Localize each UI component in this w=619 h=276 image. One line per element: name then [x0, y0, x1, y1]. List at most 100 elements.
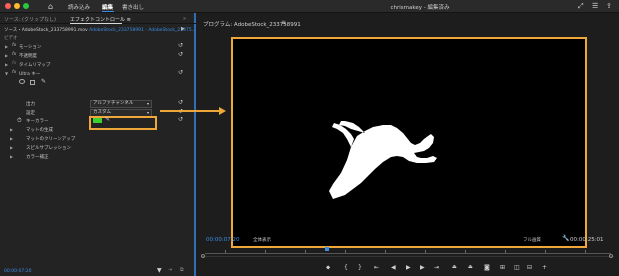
panel-expand-icon[interactable]: »: [183, 16, 186, 22]
safe-margins-icon[interactable]: ⊞: [500, 264, 505, 271]
fx-badge[interactable]: fx: [12, 52, 16, 57]
sub-row-matte-generation[interactable]: ▶ マットの生成: [0, 126, 190, 134]
source-name: ソース・AdobeStock_233758991.mov: [4, 28, 88, 33]
eyedropper-icon[interactable]: ✎: [105, 116, 110, 123]
expand-triangle-icon[interactable]: ▶: [5, 44, 8, 49]
lift-icon[interactable]: ⏏: [452, 264, 457, 270]
expand-triangle-icon[interactable]: ▶: [5, 53, 8, 58]
output-row: 出力 アルファチャンネル ▾ ↺: [0, 99, 190, 108]
reset-icon[interactable]: ↺: [178, 69, 183, 76]
close-window-button[interactable]: [5, 3, 11, 9]
nav-export[interactable]: 書き出し: [122, 3, 144, 11]
playback-resolution-select[interactable]: フル画質: [523, 237, 541, 243]
zoom-level-select[interactable]: 全体表示: [253, 237, 271, 243]
effect-row-motion[interactable]: ▶ fx モーション ↺: [0, 42, 190, 51]
effect-label: タイムリマップ: [19, 63, 51, 68]
output-label: 出力: [26, 102, 35, 107]
button-editor-icon[interactable]: +: [542, 264, 547, 271]
effect-row-opacity[interactable]: ▶ fx 不透明度 ↺: [0, 51, 190, 60]
playhead[interactable]: [325, 247, 329, 251]
duration-timecode: 00:00:25:01: [570, 237, 604, 243]
zoom-scrollbar[interactable]: [201, 254, 614, 260]
camera-icon[interactable]: ◙: [484, 264, 490, 271]
effect-label: モーション: [19, 45, 42, 50]
pen-mask-icon[interactable]: ✎: [41, 78, 46, 85]
sub-label: スピルサプレッション: [26, 146, 71, 151]
extract-icon[interactable]: ⏏: [468, 264, 473, 270]
effect-label: Ultra キー: [19, 72, 41, 77]
play-only-audio-icon[interactable]: ▶: [181, 26, 185, 32]
program-viewer[interactable]: [231, 37, 587, 248]
trim-icon[interactable]: ⊟: [527, 264, 532, 271]
key-color-swatch[interactable]: [93, 118, 102, 123]
expand-triangle-icon[interactable]: ▶: [10, 145, 13, 150]
app-window: ⌂ 読み込み 編集 書き出し chrismakey - 編集済み ⤢ ☰ ⇪ ソ…: [0, 0, 619, 276]
expand-triangle-icon[interactable]: ▶: [10, 127, 13, 132]
step-forward-icon[interactable]: ▶: [420, 264, 425, 271]
expand-triangle-icon[interactable]: ▶: [5, 62, 8, 67]
stopwatch-icon[interactable]: ⏱: [17, 117, 22, 125]
step-back-icon[interactable]: ◀: [391, 264, 396, 271]
sub-row-matte-cleanup[interactable]: ▶ マットのクリーンアップ: [0, 135, 190, 143]
reset-icon[interactable]: ↺: [178, 42, 183, 49]
cat-silhouette: [329, 121, 437, 199]
tab-effect-controls[interactable]: エフェクトコントロール ≡: [70, 16, 131, 23]
share-icon[interactable]: ⇪: [606, 2, 612, 10]
section-video: ビデオ: [4, 36, 18, 41]
chevron-down-icon: ▾: [146, 101, 149, 106]
toggle-icon[interactable]: ⧉: [180, 267, 184, 273]
nav-import[interactable]: 読み込み: [68, 3, 90, 11]
notifications-icon[interactable]: ☰: [592, 2, 598, 10]
mark-in-icon[interactable]: {: [344, 264, 348, 271]
effect-timecode[interactable]: 00:00:07:20: [4, 269, 31, 274]
setting-label: 設定: [26, 111, 35, 116]
sub-label: マットのクリーンアップ: [26, 137, 76, 142]
go-to-in-icon[interactable]: ⇤: [374, 264, 379, 271]
add-marker-icon[interactable]: ⬥: [326, 264, 330, 272]
sub-label: カラー補正: [26, 155, 49, 160]
collapse-triangle-icon[interactable]: ▼: [5, 71, 8, 76]
source-clip-link[interactable]: AdobeStock_233758991 - AdobeStock_23375.…: [89, 28, 196, 33]
mark-out-icon[interactable]: }: [358, 264, 362, 271]
scroll-handle-left[interactable]: [201, 254, 205, 258]
maximize-window-button[interactable]: [23, 3, 29, 9]
callout-arrow-line: [160, 110, 221, 112]
minimize-window-button[interactable]: [14, 3, 20, 9]
go-to-out-icon[interactable]: ⇥: [434, 264, 439, 271]
sub-label: マットの生成: [26, 128, 53, 133]
time-ruler[interactable]: [205, 248, 611, 254]
comparison-view-icon[interactable]: ◫: [514, 264, 520, 271]
reset-icon[interactable]: ↺: [178, 51, 183, 58]
fx-badge[interactable]: fx: [12, 43, 16, 48]
fx-badge[interactable]: fx: [12, 70, 16, 75]
tab-source[interactable]: ソース: (クリップなし): [4, 16, 56, 23]
rectangle-mask-icon[interactable]: [30, 80, 35, 85]
nav-edit[interactable]: 編集: [102, 3, 113, 11]
reset-icon[interactable]: ↺: [178, 116, 183, 123]
export-icon[interactable]: ⇥: [168, 267, 172, 273]
output-dropdown[interactable]: アルファチャンネル ▾: [90, 100, 152, 108]
expand-triangle-icon[interactable]: ▶: [10, 136, 13, 141]
reset-icon[interactable]: ↺: [178, 99, 183, 106]
panel-tabs: ソース: (クリップなし) エフェクトコントロール ≡ »: [0, 13, 196, 24]
ellipse-mask-icon[interactable]: [19, 79, 25, 84]
tab-active-indicator: [70, 23, 122, 24]
home-icon[interactable]: ⌂: [48, 2, 53, 11]
nav-active-indicator: [102, 11, 114, 12]
filter-icon[interactable]: ▼: [157, 267, 162, 274]
fx-badge: fx: [12, 61, 17, 66]
effect-row-time-remap[interactable]: ▶ fx タイムリマップ: [0, 61, 190, 69]
settings-wrench-icon[interactable]: 🔧: [562, 235, 569, 242]
scroll-handle-right[interactable]: [609, 254, 613, 258]
effect-row-ultra-key[interactable]: ▼ fx Ultra キー ↺: [0, 69, 190, 78]
fullscreen-icon[interactable]: ⤢: [578, 2, 584, 11]
sub-row-spill-suppression[interactable]: ▶ スピルサプレッション: [0, 144, 190, 152]
sub-row-color-correction[interactable]: ▶ カラー補正: [0, 153, 190, 161]
expand-triangle-icon[interactable]: ▶: [10, 154, 13, 159]
program-title: プログラム: AdobeStock_233758991: [203, 22, 301, 28]
window-title: chrismakey - 編集済み: [390, 5, 450, 11]
effect-label: 不透明度: [19, 54, 37, 59]
play-icon[interactable]: ▶: [406, 264, 411, 271]
current-timecode[interactable]: 00:00:07:20: [206, 237, 240, 243]
panel-menu-icon[interactable]: ≡: [281, 19, 286, 26]
